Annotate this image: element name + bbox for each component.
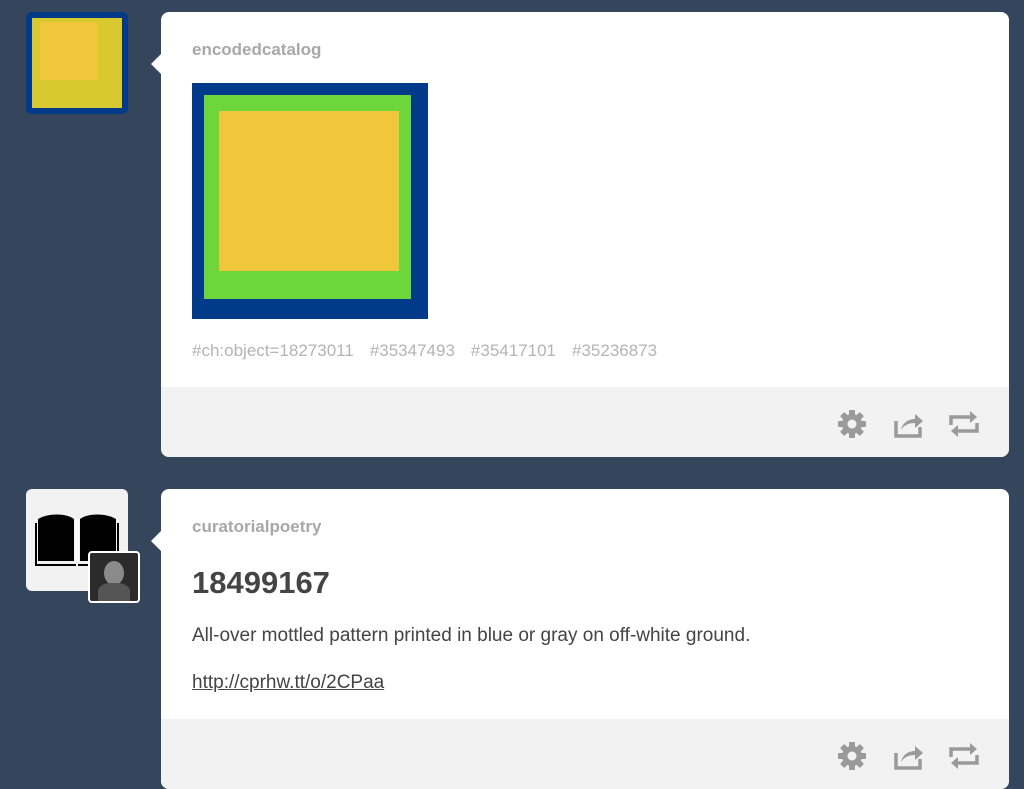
post-text: All-over mottled pattern printed in blue… bbox=[192, 625, 751, 646]
blog-name[interactable]: curatorialpoetry bbox=[192, 517, 321, 537]
tag[interactable]: #35347493 bbox=[370, 341, 455, 361]
post-footer bbox=[161, 387, 1009, 457]
avatar-photo bbox=[88, 551, 140, 603]
post-card: curatorialpoetry 18499167 All-over mottl… bbox=[151, 489, 1009, 789]
post-card: encodedcatalog #ch:object=18273011 #3534… bbox=[151, 12, 1009, 457]
post-image[interactable] bbox=[192, 83, 428, 319]
tag[interactable]: #ch:object=18273011 bbox=[192, 341, 354, 361]
avatar[interactable] bbox=[26, 12, 128, 114]
tag[interactable]: #35417101 bbox=[471, 341, 556, 361]
tag[interactable]: #35236873 bbox=[572, 341, 657, 361]
reblog-icon[interactable] bbox=[947, 407, 981, 441]
share-icon[interactable] bbox=[891, 407, 925, 441]
avatar-art bbox=[32, 18, 122, 108]
post-link[interactable]: http://cprhw.tt/o/2CPaa bbox=[192, 672, 384, 694]
avatar[interactable] bbox=[26, 489, 140, 603]
blog-name[interactable]: encodedcatalog bbox=[192, 40, 321, 60]
post-title: 18499167 bbox=[192, 565, 330, 600]
tag-list: #ch:object=18273011 #35347493 #35417101 … bbox=[192, 341, 657, 361]
gear-icon[interactable] bbox=[835, 407, 869, 441]
post-footer bbox=[161, 719, 1009, 789]
